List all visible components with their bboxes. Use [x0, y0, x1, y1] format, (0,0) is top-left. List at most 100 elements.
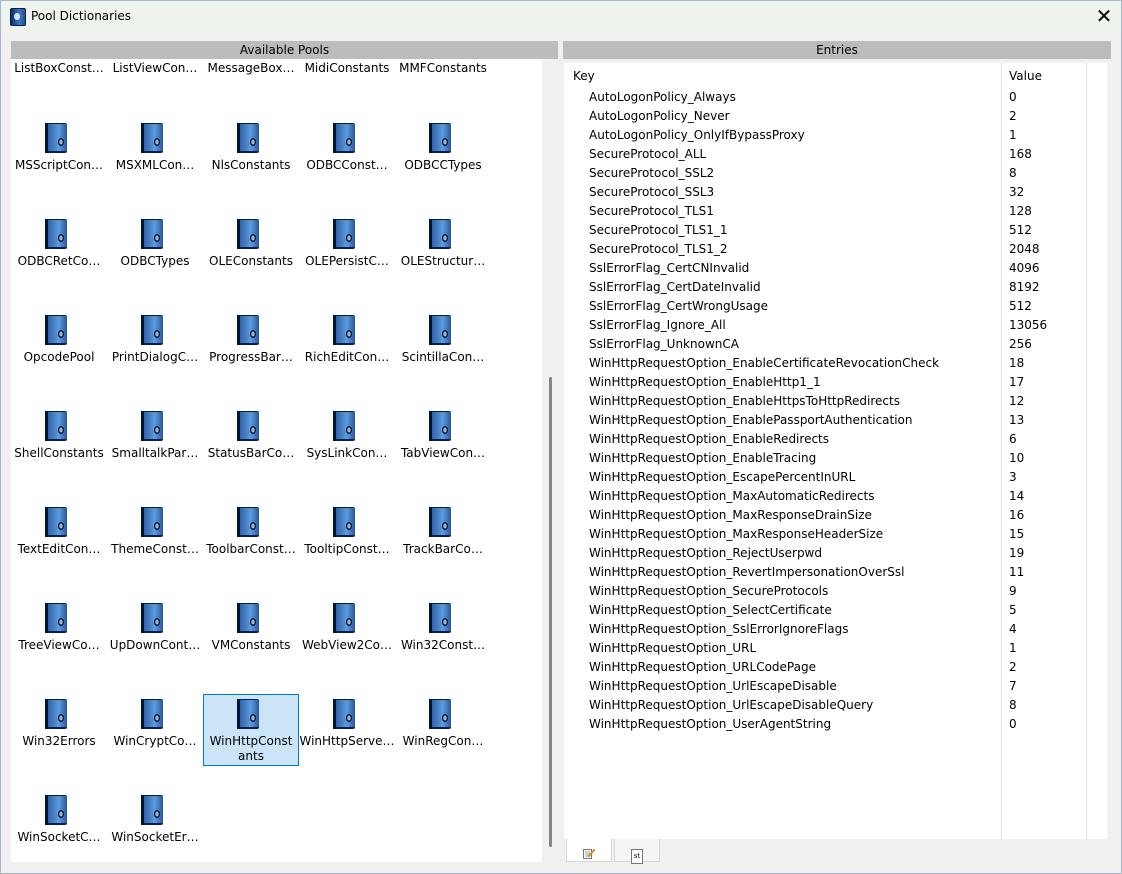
entry-row[interactable]: SecureProtocol_TLS1 128: [564, 202, 1107, 221]
pool-book-icon: [331, 314, 357, 346]
entry-row[interactable]: SecureProtocol_ALL 168: [564, 145, 1107, 164]
entry-row[interactable]: SecureProtocol_SSL2 8: [564, 164, 1107, 183]
pool-item[interactable]: NlsConstants: [203, 118, 299, 188]
pool-book-icon: [139, 794, 165, 826]
pool-item[interactable]: TreeViewCo…: [11, 598, 107, 668]
pool-item[interactable]: WinHttpServe…: [299, 694, 395, 764]
entry-row[interactable]: AutoLogonPolicy_Always 0: [564, 88, 1107, 107]
pool-item[interactable]: WebView2Co…: [299, 598, 395, 668]
pool-item[interactable]: ToolbarConst…: [203, 502, 299, 572]
entry-row[interactable]: WinHttpRequestOption_RevertImpersonation…: [564, 563, 1107, 582]
pool-item[interactable]: ODBCCTypes: [395, 118, 491, 188]
entry-row[interactable]: SslErrorFlag_UnknownCA 256: [564, 335, 1107, 354]
pool-item[interactable]: ThemeConst…: [107, 502, 203, 572]
entry-row[interactable]: WinHttpRequestOption_EnableCertificateRe…: [564, 354, 1107, 373]
entry-row[interactable]: SecureProtocol_TLS1_1 512: [564, 221, 1107, 240]
pool-item[interactable]: ProgressBar…: [203, 310, 299, 380]
entry-row[interactable]: WinHttpRequestOption_UrlEscapeDisable 7: [564, 677, 1107, 696]
entry-row[interactable]: WinHttpRequestOption_URL 1: [564, 639, 1107, 658]
pool-item[interactable]: WinCryptCo…: [107, 694, 203, 764]
pool-item[interactable]: OpcodePool: [11, 310, 107, 380]
key-column-header[interactable]: Key: [573, 69, 595, 83]
available-pools-header: Available Pools: [11, 41, 558, 59]
entry-row[interactable]: WinHttpRequestOption_SslErrorIgnoreFlags…: [564, 620, 1107, 639]
pool-item[interactable]: VMConstants: [203, 598, 299, 668]
entry-row[interactable]: WinHttpRequestOption_SelectCertificate 5: [564, 601, 1107, 620]
pool-item[interactable]: Win32Const…: [395, 598, 491, 668]
entry-key: WinHttpRequestOption_URLCodePage: [589, 660, 816, 674]
pool-item[interactable]: OLEStructur…: [395, 214, 491, 284]
pool-item[interactable]: WinSocketEr…: [107, 790, 203, 860]
pool-item[interactable]: ListBoxConst…: [11, 61, 107, 79]
entry-row[interactable]: AutoLogonPolicy_Never 2: [564, 107, 1107, 126]
entry-row[interactable]: WinHttpRequestOption_MaxResponseDrainSiz…: [564, 506, 1107, 525]
entry-row[interactable]: SslErrorFlag_CertCNInvalid 4096: [564, 259, 1107, 278]
pool-item[interactable]: MSXMLCon…: [107, 118, 203, 188]
entry-value: 0: [1009, 90, 1017, 104]
pool-item[interactable]: MMFConstants: [395, 61, 491, 79]
source-icon: st: [631, 849, 643, 864]
pool-list-scroll-thumb[interactable]: [549, 377, 552, 847]
pool-book-icon: [139, 698, 165, 730]
entry-row[interactable]: WinHttpRequestOption_UrlEscapeDisableQue…: [564, 696, 1107, 715]
entry-row[interactable]: WinHttpRequestOption_EnableTracing 10: [564, 449, 1107, 468]
pool-item[interactable]: MSScriptCon…: [11, 118, 107, 188]
entry-row[interactable]: WinHttpRequestOption_UserAgentString 0: [564, 715, 1107, 734]
pool-item[interactable]: SysLinkCon…: [299, 406, 395, 476]
pool-item[interactable]: MidiConstants: [299, 61, 395, 79]
entry-row[interactable]: WinHttpRequestOption_MaxResponseHeaderSi…: [564, 525, 1107, 544]
pool-item[interactable]: ODBCTypes: [107, 214, 203, 284]
entry-row[interactable]: WinHttpRequestOption_EscapePercentInURL 3: [564, 468, 1107, 487]
pool-item[interactable]: WinSocketC…: [11, 790, 107, 860]
pool-list-scrollbar[interactable]: [544, 59, 558, 862]
entry-row[interactable]: SslErrorFlag_Ignore_All 13056: [564, 316, 1107, 335]
entry-row[interactable]: SecureProtocol_TLS1_2 2048: [564, 240, 1107, 259]
pool-item[interactable]: RichEditCon…: [299, 310, 395, 380]
pool-item[interactable]: TabViewCon…: [395, 406, 491, 476]
entry-row[interactable]: WinHttpRequestOption_SecureProtocols 9: [564, 582, 1107, 601]
tab-source[interactable]: st: [614, 839, 660, 864]
value-column-header[interactable]: Value: [1009, 69, 1042, 83]
pool-item[interactable]: SmalltalkPar…: [107, 406, 203, 476]
entry-row[interactable]: WinHttpRequestOption_EnablePassportAuthe…: [564, 411, 1107, 430]
entry-row[interactable]: WinHttpRequestOption_EnableHttp1_1 17: [564, 373, 1107, 392]
entry-row[interactable]: WinHttpRequestOption_EnableHttpsToHttpRe…: [564, 392, 1107, 411]
pool-item[interactable]: ListViewCon…: [107, 61, 203, 79]
entry-row[interactable]: SecureProtocol_SSL3 32: [564, 183, 1107, 202]
entry-key: WinHttpRequestOption_SelectCertificate: [589, 603, 832, 617]
pool-item[interactable]: TooltipConst…: [299, 502, 395, 572]
pool-label: OpcodePool: [23, 350, 95, 364]
pool-item[interactable]: TextEditCon…: [11, 502, 107, 572]
tab-edit[interactable]: [566, 839, 612, 862]
pool-label: SysLinkCon…: [306, 446, 388, 460]
entry-value: 256: [1009, 337, 1032, 351]
entry-row[interactable]: WinHttpRequestOption_RejectUserpwd 19: [564, 544, 1107, 563]
pool-item[interactable]: MessageBox…: [203, 61, 299, 79]
entry-row[interactable]: WinHttpRequestOption_EnableRedirects 6: [564, 430, 1107, 449]
pool-item[interactable]: ODBCConst…: [299, 118, 395, 188]
pool-item[interactable]: PrintDialogC…: [107, 310, 203, 380]
pool-item[interactable]: UpDownCont…: [107, 598, 203, 668]
pool-item[interactable]: ScintillaCon…: [395, 310, 491, 380]
pool-list[interactable]: ListBoxConst… ListViewCon… MessageBox… Midi…: [11, 59, 542, 862]
pool-item[interactable]: OLEConstants: [203, 214, 299, 284]
pool-item[interactable]: WinRegCon…: [395, 694, 491, 764]
entry-row[interactable]: AutoLogonPolicy_OnlyIfBypassProxy 1: [564, 126, 1107, 145]
pool-item[interactable]: StatusBarCo…: [203, 406, 299, 476]
entry-row[interactable]: SslErrorFlag_CertDateInvalid 8192: [564, 278, 1107, 297]
entry-row[interactable]: SslErrorFlag_CertWrongUsage 512: [564, 297, 1107, 316]
entries-scrollbar[interactable]: [1107, 63, 1109, 839]
entries-list[interactable]: Key Value AutoLogonPolicy_Always 0 AutoLog…: [564, 63, 1107, 839]
pool-item[interactable]: Win32Errors: [11, 694, 107, 764]
close-button[interactable]: ✕: [1087, 1, 1121, 32]
pool-item[interactable]: ShellConstants: [11, 406, 107, 476]
entry-row[interactable]: WinHttpRequestOption_MaxAutomaticRedirec…: [564, 487, 1107, 506]
pool-book-icon: [235, 410, 261, 442]
entry-key: WinHttpRequestOption_EnableRedirects: [589, 432, 829, 446]
entry-value: 7: [1009, 679, 1017, 693]
pool-item[interactable]: ODBCRetCo…: [11, 214, 107, 284]
pool-item[interactable]: OLEPersistC…: [299, 214, 395, 284]
pool-item[interactable]: WinHttpConstants: [203, 694, 299, 766]
entry-row[interactable]: WinHttpRequestOption_URLCodePage 2: [564, 658, 1107, 677]
pool-item[interactable]: TrackBarCo…: [395, 502, 491, 572]
